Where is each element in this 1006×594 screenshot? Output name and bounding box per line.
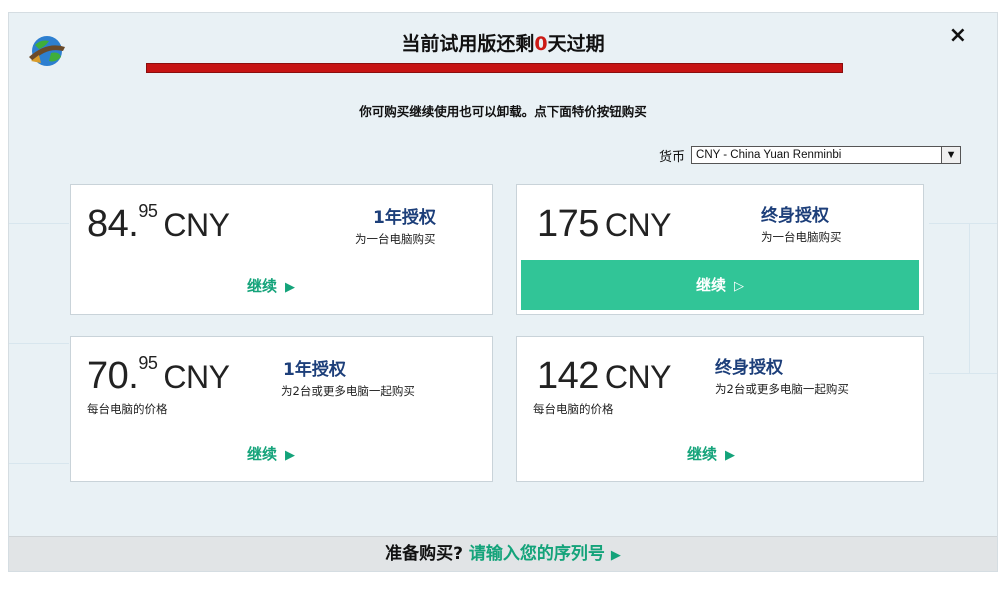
license-title: 终身授权 <box>715 358 783 378</box>
price-integer: 84. <box>87 203 139 245</box>
license-desc: 为2台或更多电脑一起购买 <box>281 384 415 398</box>
chevron-down-icon[interactable]: ▼ <box>941 147 961 163</box>
price-currency: CNY <box>604 359 672 395</box>
currency-label: 货币 <box>659 149 686 165</box>
bg-decoration <box>9 223 69 224</box>
offer-card-lifetime-single: 175 CNY 终身授权 为一台电脑购买 继续 ▷ <box>516 184 924 315</box>
continue-button[interactable]: 继续 ▶ <box>247 275 295 296</box>
currency-select[interactable]: CNY - China Yuan Renminbi ▼ <box>691 146 962 164</box>
continue-label: 继续 <box>687 445 718 463</box>
offer-card-1yr-single: 84.95 CNY 1年授权 为一台电脑购买 继续 ▶ <box>70 184 493 315</box>
bg-decoration <box>9 343 69 344</box>
price: 70.95 CNY <box>87 353 230 398</box>
license-desc: 为一台电脑购买 <box>761 230 842 244</box>
play-triangle-icon: ▶ <box>725 448 736 463</box>
enter-serial-link[interactable]: 请输入您的序列号 <box>469 544 605 564</box>
offer-card-lifetime-multi: 142 CNY 每台电脑的价格 终身授权 为2台或更多电脑一起购买 继续 ▶ <box>516 336 924 482</box>
play-triangle-icon: ▷ <box>734 279 744 294</box>
license-title: 1年授权 <box>283 360 346 380</box>
bg-decoration <box>969 223 970 373</box>
trial-progress-bar <box>146 63 843 73</box>
continue-button[interactable]: 继续 ▶ <box>687 443 735 464</box>
price: 142 CNY <box>537 355 671 398</box>
purchase-instructions: 你可购买继续使用也可以卸载。点下面特价按钮购买 <box>359 104 647 119</box>
title-prefix: 当前试用版还剩 <box>401 33 535 55</box>
currency-row: 货币 CNY - China Yuan Renminbi ▼ <box>659 145 962 165</box>
trial-expiry-dialog: × 当前试用版还剩0天过期 你可购买继续使用也可以卸载。点下面特价按钮购买 货币… <box>8 12 998 572</box>
currency-selected-value: CNY - China Yuan Renminbi <box>696 149 842 161</box>
continue-button[interactable]: 继续 ▶ <box>247 443 295 464</box>
price-currency: CNY <box>163 359 230 395</box>
continue-label: 继续 <box>695 276 726 294</box>
bg-decoration <box>9 463 69 464</box>
bg-decoration <box>929 223 997 224</box>
offer-card-1yr-multi: 70.95 CNY 每台电脑的价格 1年授权 为2台或更多电脑一起购买 继续 ▶ <box>70 336 493 482</box>
price-currency: CNY <box>604 207 672 243</box>
license-desc: 为一台电脑购买 <box>355 232 436 246</box>
per-computer-note: 每台电脑的价格 <box>87 402 168 416</box>
title-suffix: 天过期 <box>547 33 605 55</box>
days-left: 0 <box>534 33 548 55</box>
price-decimal: 95 <box>138 201 158 221</box>
continue-label: 继续 <box>247 277 278 295</box>
continue-button-highlighted[interactable]: 继续 ▷ <box>521 260 919 310</box>
price: 84.95 CNY <box>87 201 230 246</box>
license-title: 终身授权 <box>761 206 829 226</box>
bg-decoration <box>929 373 997 374</box>
price-decimal: 95 <box>138 353 158 373</box>
price: 175 CNY <box>537 203 671 246</box>
footer-question: 准备购买? <box>385 544 463 564</box>
play-triangle-icon: ▶ <box>285 448 296 463</box>
price-integer: 142 <box>537 355 599 397</box>
continue-label: 继续 <box>247 445 278 463</box>
price-integer: 175 <box>537 203 599 245</box>
per-computer-note: 每台电脑的价格 <box>533 402 614 416</box>
price-integer: 70. <box>87 355 139 397</box>
price-currency: CNY <box>163 207 230 243</box>
license-title: 1年授权 <box>373 208 436 228</box>
play-triangle-icon[interactable]: ▶ <box>611 548 621 563</box>
license-desc: 为2台或更多电脑一起购买 <box>715 382 849 396</box>
play-triangle-icon: ▶ <box>285 280 296 295</box>
footer-bar: 准备购买? 请输入您的序列号 ▶ <box>9 536 997 571</box>
dialog-title: 当前试用版还剩0天过期 <box>9 29 997 56</box>
